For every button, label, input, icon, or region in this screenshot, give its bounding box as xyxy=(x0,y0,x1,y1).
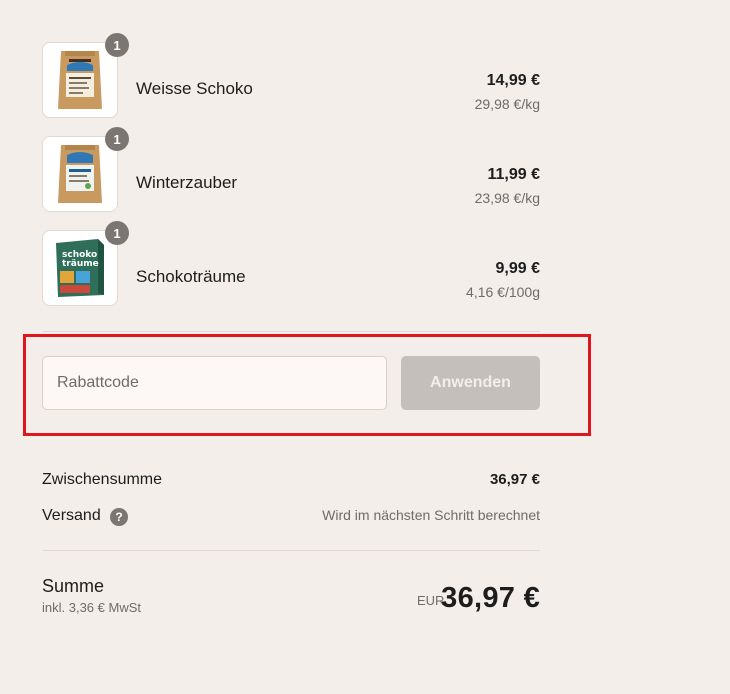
divider xyxy=(42,331,540,332)
unit-price: 23,98 €/kg xyxy=(474,190,540,206)
product-name: Schokoträume xyxy=(136,267,246,286)
subtotal-label: Zwischensumme xyxy=(42,471,163,488)
product-price: 9,99 € xyxy=(495,260,540,277)
quantity-badge: 1 xyxy=(105,221,129,245)
shipping-label: Versand xyxy=(42,507,101,524)
question-circle-icon[interactable]: ? xyxy=(110,508,128,526)
quantity-badge: 1 xyxy=(105,33,129,57)
discount-code-input[interactable] xyxy=(42,356,387,410)
shipping-value: Wird im nächsten Schritt berechnet xyxy=(322,507,540,523)
unit-price: 29,98 €/kg xyxy=(474,96,540,112)
cart-item: 1 Winterzauber 11,99 € 23,98 €/kg xyxy=(42,127,541,212)
product-image xyxy=(42,42,118,118)
cart-item: 1 Weisse Schoko 14,99 € 29,98 €/kg xyxy=(42,33,540,118)
product-price: 11,99 € xyxy=(487,166,541,183)
tax-note: inkl. 3,36 € MwSt xyxy=(42,600,141,615)
product-price: 14,99 € xyxy=(486,72,540,89)
box-text: träume xyxy=(62,259,99,269)
total-label: Summe xyxy=(42,576,105,596)
subtotal-value: 36,97 € xyxy=(489,471,540,488)
apply-discount-button[interactable]: Anwenden xyxy=(401,356,540,410)
unit-price: 4,16 €/100g xyxy=(466,284,540,300)
cart-item: schoko träume 1 Schokoträume 9,99 € 4,16… xyxy=(42,221,540,306)
total-value: 36,97 € xyxy=(441,582,540,614)
product-name: Winterzauber xyxy=(136,173,238,192)
divider xyxy=(42,550,540,551)
product-name: Weisse Schoko xyxy=(136,79,253,98)
quantity-badge: 1 xyxy=(105,127,129,151)
product-image xyxy=(42,136,118,212)
product-image: schoko träume xyxy=(42,230,118,306)
